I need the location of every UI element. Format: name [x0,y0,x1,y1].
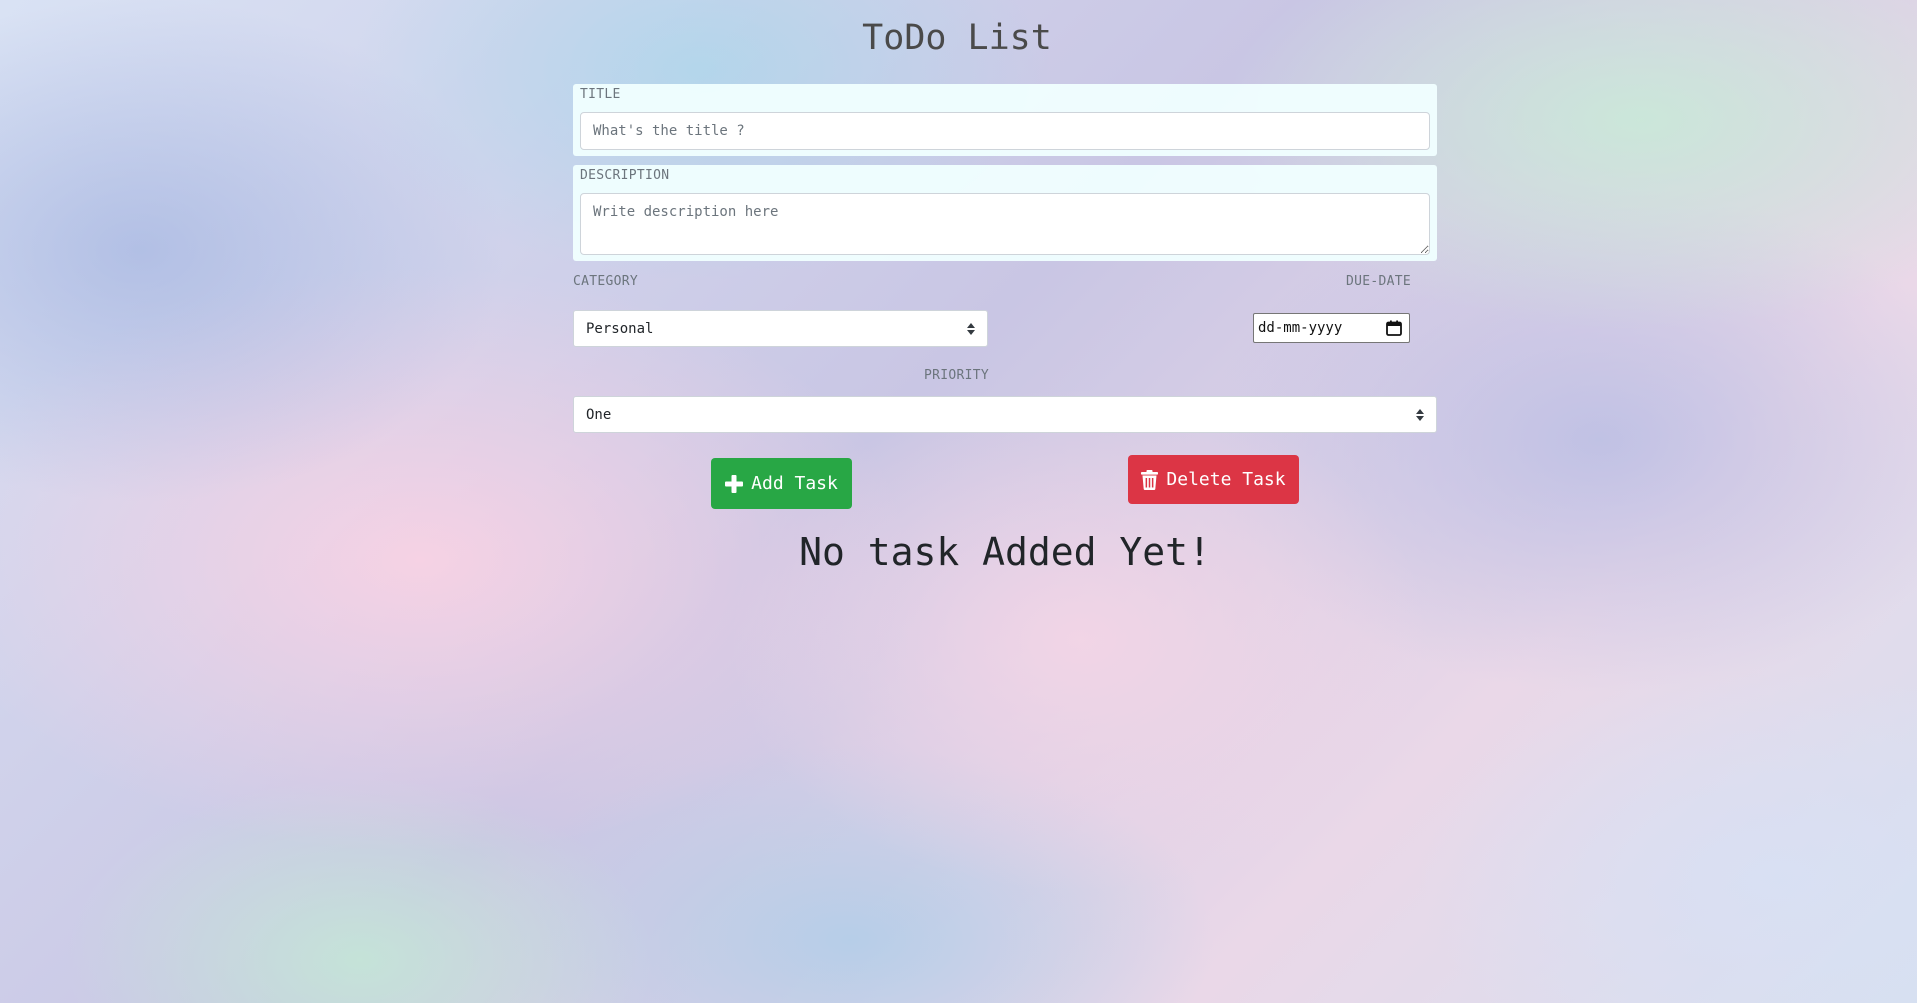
title-field-group: TITLE [573,84,1437,156]
trash-icon [1141,469,1159,490]
description-label: DESCRIPTION [580,168,670,183]
due-date-placeholder: dd-mm-yyyy [1258,320,1343,336]
add-task-label: Add Task [751,473,838,494]
category-selected-value: Personal [586,320,654,337]
priority-select[interactable]: One [573,396,1437,433]
delete-task-label: Delete Task [1166,469,1286,490]
priority-label: PRIORITY [924,368,990,383]
calendar-icon[interactable] [1386,320,1402,336]
due-date-input[interactable]: dd-mm-yyyy [1253,313,1410,343]
category-label: CATEGORY [573,274,639,289]
plus-icon [725,474,744,493]
description-field-group: DESCRIPTION [573,165,1437,261]
description-input[interactable] [580,193,1430,255]
title-label: TITLE [580,87,621,102]
due-date-label: DUE-DATE [1346,274,1412,289]
select-arrows-icon [1416,408,1424,421]
add-task-button[interactable]: Add Task [711,458,852,509]
title-input[interactable] [580,112,1430,150]
select-arrows-icon [967,322,975,335]
delete-task-button[interactable]: Delete Task [1128,455,1299,504]
category-select[interactable]: Personal [573,310,988,347]
priority-selected-value: One [586,406,612,423]
empty-tasks-message: No task Added Yet! [799,530,1211,574]
page-title: ToDo List [862,18,1052,58]
